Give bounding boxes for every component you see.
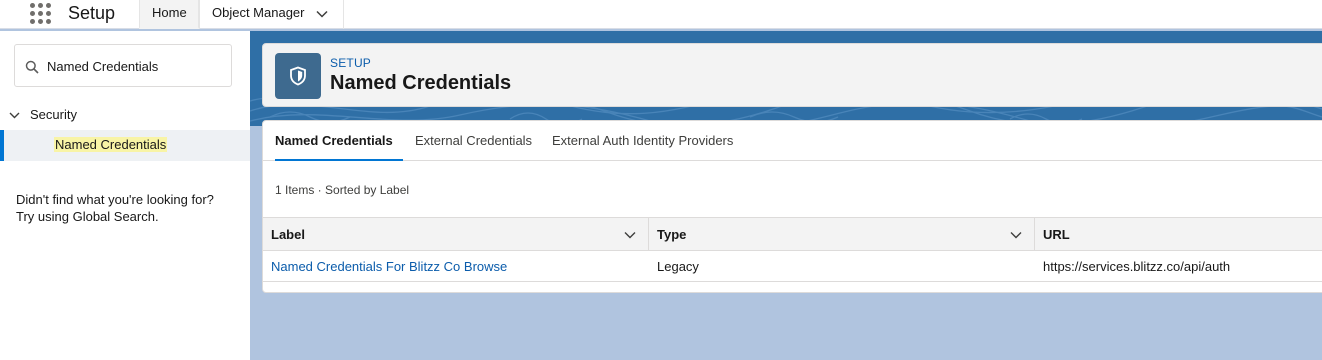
help-line: Try using Global Search.	[16, 209, 159, 224]
column-header-type[interactable]: Type	[649, 218, 1035, 251]
app-launcher-icon[interactable]	[30, 3, 51, 24]
chevron-down-icon[interactable]	[1010, 229, 1022, 241]
global-header: Setup Home Object Manager	[0, 0, 1322, 29]
table-header: Label Type URL	[263, 217, 1322, 251]
breadcrumb[interactable]: SETUP	[330, 56, 371, 70]
page-header: SETUP Named Credentials	[262, 43, 1322, 107]
setup-sidebar: Security Named Credentials Didn't find w…	[0, 31, 250, 360]
quick-find-box	[14, 44, 232, 87]
chevron-down-icon[interactable]	[624, 229, 636, 241]
cell-url: https://services.blitzz.co/api/auth	[1043, 259, 1231, 274]
column-header-label[interactable]: Label	[263, 218, 649, 251]
chevron-down-icon[interactable]	[315, 7, 329, 21]
tab-bar: Named Credentials External Credentials E…	[263, 121, 1322, 161]
tab-named-credentials[interactable]: Named Credentials	[275, 121, 403, 161]
tree-node-security[interactable]: Security	[0, 104, 250, 126]
nav-tab-home[interactable]: Home	[139, 0, 199, 29]
help-line: Didn't find what you're looking for?	[16, 192, 214, 207]
column-header-text: Label	[271, 227, 305, 242]
main-content: SETUP Named Credentials Named Credential…	[250, 31, 1322, 360]
quick-find-input[interactable]	[47, 56, 227, 76]
search-icon	[25, 60, 39, 74]
tab-external-auth-identity-providers[interactable]: External Auth Identity Providers	[552, 121, 733, 161]
list-meta: 1 Items · Sorted by Label	[275, 183, 410, 197]
app-name: Setup	[68, 3, 116, 23]
help-text: Didn't find what you're looking for? Try…	[16, 191, 241, 225]
column-header-text: Type	[657, 227, 687, 242]
column-header-url[interactable]: URL	[1035, 218, 1322, 251]
tree-item-label: Named Credentials	[54, 137, 168, 152]
cell-label: Named Credentials For Blitzz Co Browse	[263, 251, 649, 282]
tab-external-credentials[interactable]: External Credentials	[415, 121, 532, 161]
table-row: Named Credentials For Blitzz Co Browse L…	[263, 251, 1322, 282]
list-view-card: Named Credentials External Credentials E…	[262, 120, 1322, 293]
tree-node-label: Security	[30, 107, 77, 122]
chevron-down-icon[interactable]	[9, 110, 20, 121]
cell-type: Legacy	[657, 259, 699, 274]
page-title: Named Credentials	[330, 72, 512, 94]
tree-item-named-credentials[interactable]: Named Credentials	[0, 130, 250, 161]
nav-tab-object-manager[interactable]: Object Manager	[199, 0, 344, 29]
record-link[interactable]: Named Credentials For Blitzz Co Browse	[271, 259, 507, 274]
column-header-text: URL	[1043, 227, 1070, 242]
nav-tab-label: Object Manager	[212, 5, 305, 20]
shield-icon	[275, 53, 321, 99]
